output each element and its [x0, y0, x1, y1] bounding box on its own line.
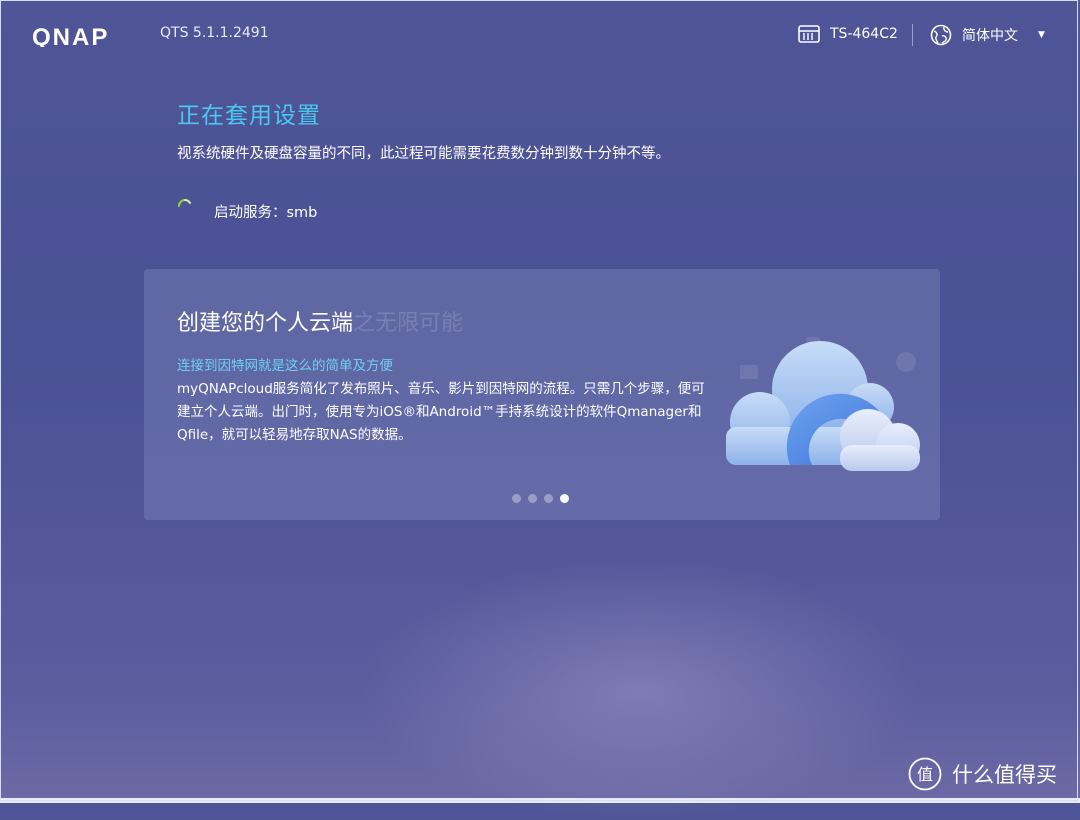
bottom-border-strip	[0, 798, 1080, 803]
card-title: 创建您的个人云端之无限可能	[177, 305, 463, 337]
feature-carousel-card: 创建您的个人云端之无限可能 连接到因特网就是这么的简单及方便 myQNAPclo…	[144, 269, 940, 520]
language-selector[interactable]: 简体中文 ▼	[930, 24, 1045, 46]
card-title-fade: 之无限可能	[353, 311, 464, 336]
smzdm-logo-glyph: 值	[917, 765, 933, 784]
device-indicator[interactable]: TS-464C2	[798, 24, 898, 44]
card-subtitle: 连接到因特网就是这么的简单及方便	[177, 358, 393, 374]
carousel-dot-4[interactable]	[560, 494, 569, 503]
carousel-dot-2[interactable]	[528, 494, 537, 503]
carousel-pagination	[512, 494, 569, 503]
page-title: 正在套用设置	[177, 103, 321, 129]
carousel-dot-1[interactable]	[512, 494, 521, 503]
card-body-text: myQNAPcloud服务简化了发布照片、音乐、影片到因特网的流程。只需几个步骤…	[177, 381, 705, 443]
device-model-label: TS-464C2	[830, 26, 898, 42]
firmware-version: QTS 5.1.1.2491	[160, 25, 269, 41]
language-label: 简体中文	[962, 28, 1018, 44]
background-glow	[360, 560, 920, 820]
chevron-down-icon: ▼	[1038, 30, 1045, 40]
watermark-text: 什么值得买	[952, 763, 1057, 787]
qnap-logo-text: QNAP	[32, 25, 109, 47]
nas-device-icon	[798, 25, 820, 43]
smzdm-watermark: 值 什么值得买	[908, 757, 1057, 791]
loading-spinner-icon	[178, 199, 191, 207]
globe-icon	[930, 24, 952, 46]
status-description: 视系统硬件及硬盘容量的不同，此过程可能需要花费数分钟到数十分钟不等。	[177, 146, 670, 162]
card-title-main: 创建您的个人云端	[177, 311, 354, 336]
qnap-logo: QNAP	[32, 25, 109, 47]
cloud-illustration-icon	[726, 337, 920, 471]
header-divider	[912, 24, 913, 46]
smzdm-logo-icon: 值	[908, 757, 942, 791]
current-step-text: 启动服务：smb	[214, 205, 318, 221]
carousel-dot-3[interactable]	[544, 494, 553, 503]
